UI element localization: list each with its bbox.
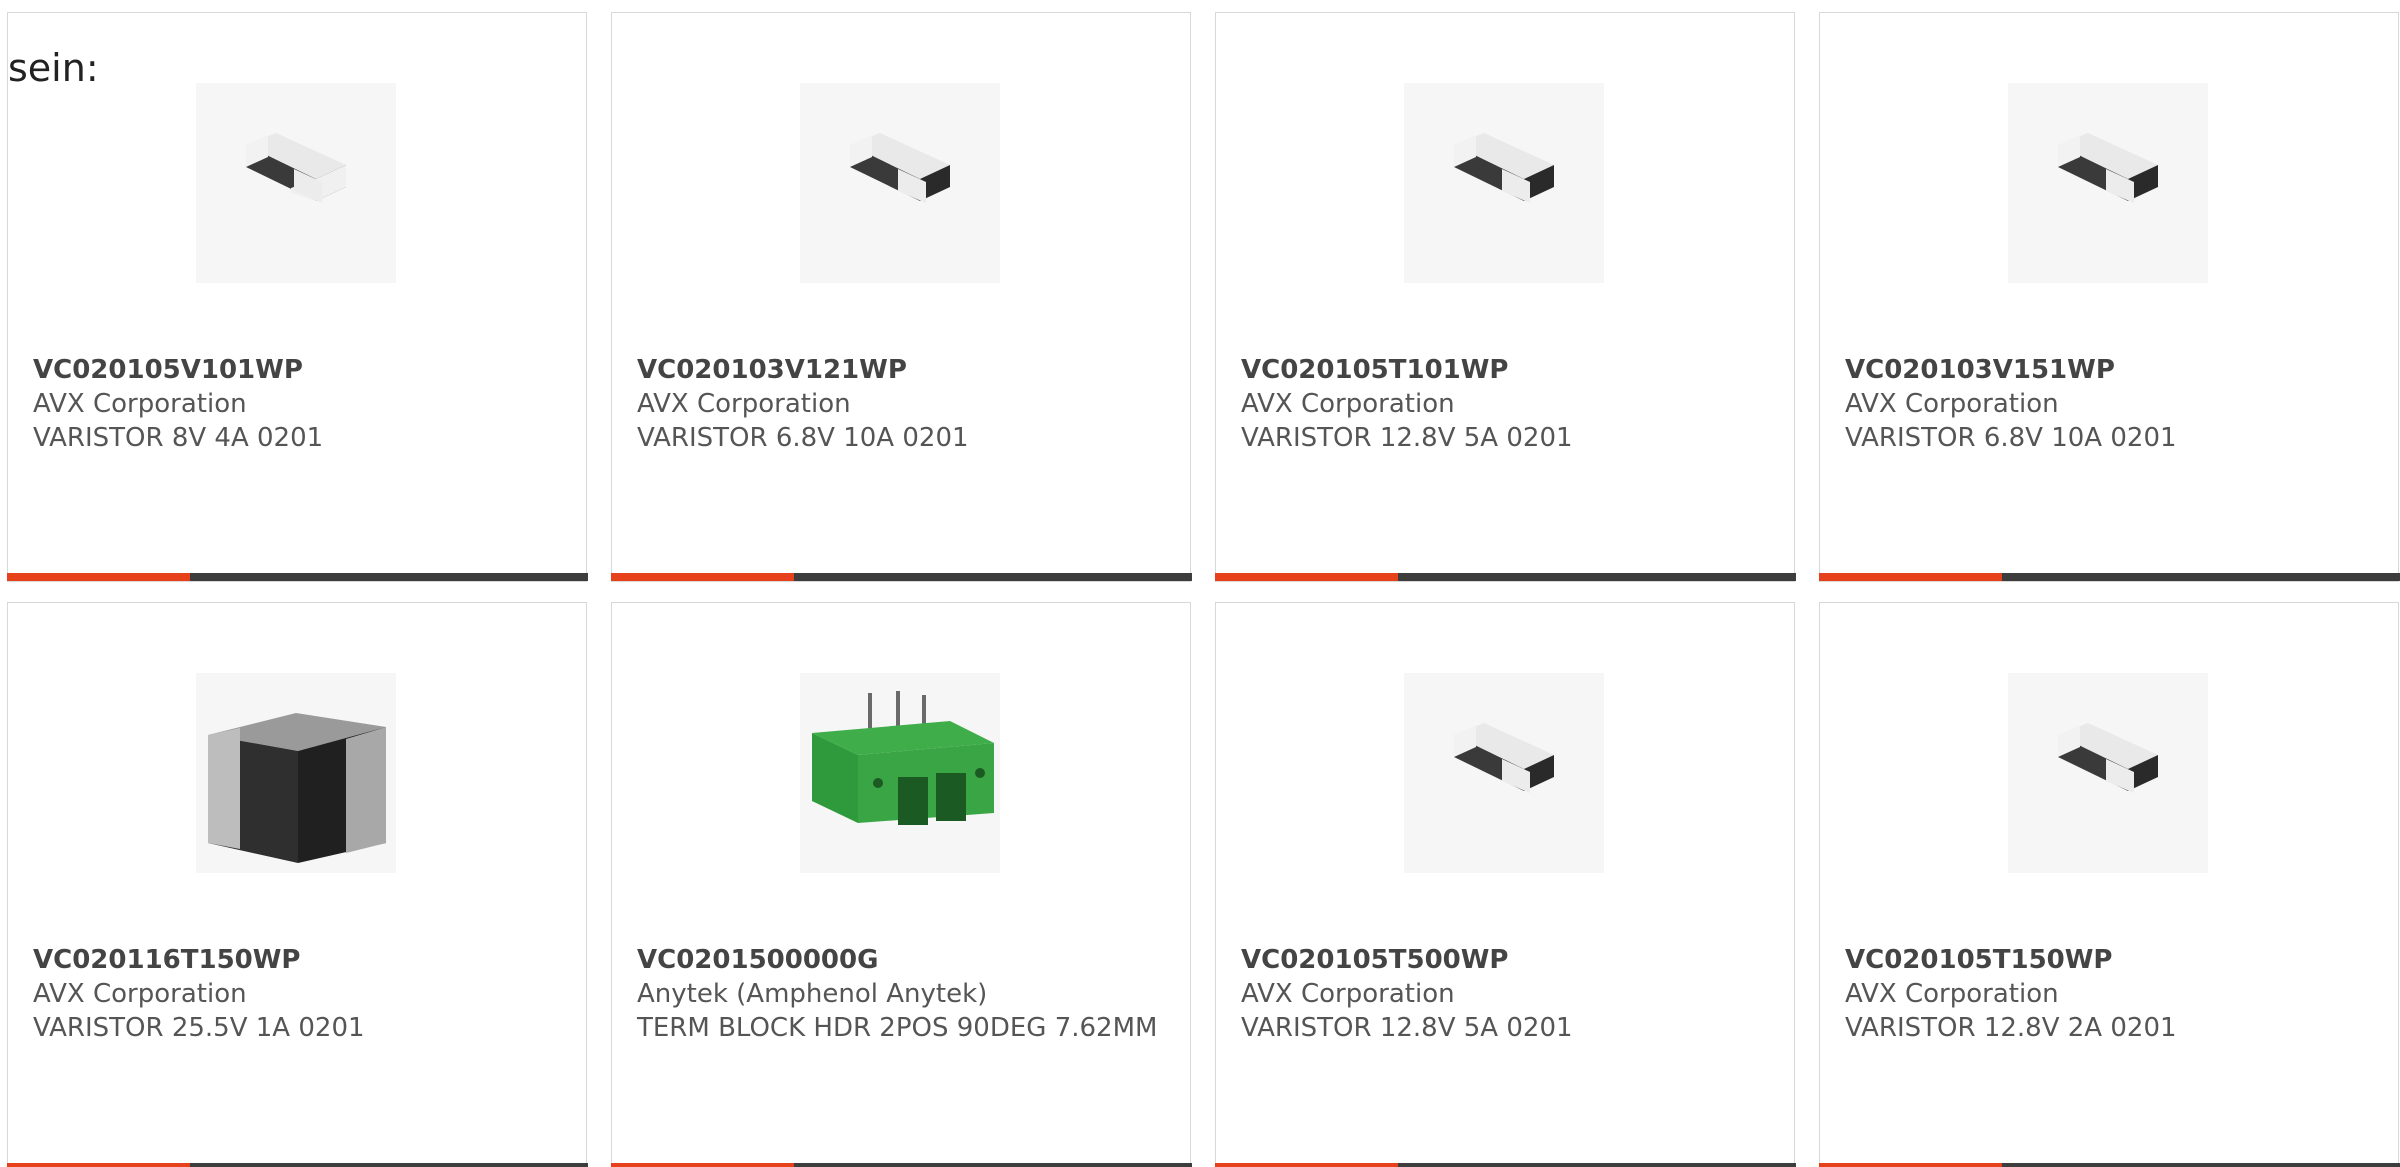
card-accent [6,573,190,581]
chip-varistor-icon [1404,673,1604,873]
card-footer-bar [6,1163,588,1167]
page: sein: VC020105V101WP AVX Corporation VAR… [0,0,2400,1167]
product-card[interactable]: VC020103V121WP AVX Corporation VARISTOR … [610,12,1192,582]
terminal-block-icon [800,673,1000,873]
chip-varistor-icon [1404,83,1604,283]
chip-varistor-icon [2008,83,2208,283]
product-card[interactable]: VC020103V151WP AVX Corporation VARISTOR … [1818,12,2400,582]
card-footer-bar [1818,1163,2400,1167]
description: VARISTOR 25.5V 1A 0201 [33,1013,365,1043]
product-info: VC020105T500WP AVX Corporation VARISTOR … [1241,943,1771,1045]
product-info: VC020105T150WP AVX Corporation VARISTOR … [1845,943,2375,1045]
description: VARISTOR 12.8V 5A 0201 [1241,1013,1573,1043]
description: TERM BLOCK HDR 2POS 90DEG 7.62MM [637,1013,1158,1043]
product-card[interactable]: VC020105V101WP AVX Corporation VARISTOR … [6,12,588,582]
part-number[interactable]: VC020105V101WP [33,353,563,387]
description: VARISTOR 12.8V 2A 0201 [1845,1013,2177,1043]
product-info: VC020105T101WP AVX Corporation VARISTOR … [1241,353,1771,455]
manufacturer: AVX Corporation [1845,979,2059,1009]
manufacturer: AVX Corporation [1241,389,1455,419]
product-image[interactable] [800,673,1000,873]
product-image[interactable] [1404,673,1604,873]
product-info: VC020103V151WP AVX Corporation VARISTOR … [1845,353,2375,455]
description: VARISTOR 6.8V 10A 0201 [637,423,969,453]
product-card[interactable]: VC020105T101WP AVX Corporation VARISTOR … [1214,12,1796,582]
manufacturer: AVX Corporation [1241,979,1455,1009]
manufacturer: AVX Corporation [1845,389,2059,419]
part-number[interactable]: VC020103V151WP [1845,353,2375,387]
product-info: VC020103V121WP AVX Corporation VARISTOR … [637,353,1167,455]
product-info: VC0201500000G Anytek (Amphenol Anytek) T… [637,943,1167,1045]
description: VARISTOR 6.8V 10A 0201 [1845,423,2177,453]
card-footer-bar [6,573,588,581]
product-card[interactable]: VC020105T150WP AVX Corporation VARISTOR … [1818,602,2400,1167]
description: VARISTOR 8V 4A 0201 [33,423,324,453]
product-image[interactable] [2008,83,2208,283]
card-accent [6,1163,190,1167]
product-info: VC020105V101WP AVX Corporation VARISTOR … [33,353,563,455]
card-footer-bar [1214,573,1796,581]
description: VARISTOR 12.8V 5A 0201 [1241,423,1573,453]
part-number[interactable]: VC020105T500WP [1241,943,1771,977]
product-card[interactable]: VC0201500000G Anytek (Amphenol Anytek) T… [610,602,1192,1167]
manufacturer: AVX Corporation [33,979,247,1009]
card-accent [1818,1163,2002,1167]
card-footer-bar [610,1163,1192,1167]
chip-varistor-icon [196,83,396,283]
card-footer-bar [1214,1163,1796,1167]
chip-varistor-large-icon [196,673,396,873]
lead-text: sein: [8,46,99,90]
manufacturer: AVX Corporation [33,389,247,419]
card-footer-bar [1818,573,2400,581]
card-footer-bar [610,573,1192,581]
part-number[interactable]: VC020105T101WP [1241,353,1771,387]
card-accent [1214,1163,1398,1167]
product-card[interactable]: VC020116T150WP AVX Corporation VARISTOR … [6,602,588,1167]
product-image[interactable] [196,83,396,283]
product-card[interactable]: VC020105T500WP AVX Corporation VARISTOR … [1214,602,1796,1167]
chip-varistor-icon [2008,673,2208,873]
product-image[interactable] [1404,83,1604,283]
manufacturer: AVX Corporation [637,389,851,419]
manufacturer: Anytek (Amphenol Anytek) [637,979,988,1009]
card-accent [1214,573,1398,581]
card-accent [1818,573,2002,581]
chip-varistor-icon [800,83,1000,283]
product-image[interactable] [800,83,1000,283]
part-number[interactable]: VC020103V121WP [637,353,1167,387]
part-number[interactable]: VC020116T150WP [33,943,563,977]
part-number[interactable]: VC0201500000G [637,943,1167,977]
card-accent [610,573,794,581]
product-info: VC020116T150WP AVX Corporation VARISTOR … [33,943,563,1045]
product-image[interactable] [2008,673,2208,873]
product-image[interactable] [196,673,396,873]
part-number[interactable]: VC020105T150WP [1845,943,2375,977]
card-accent [610,1163,794,1167]
